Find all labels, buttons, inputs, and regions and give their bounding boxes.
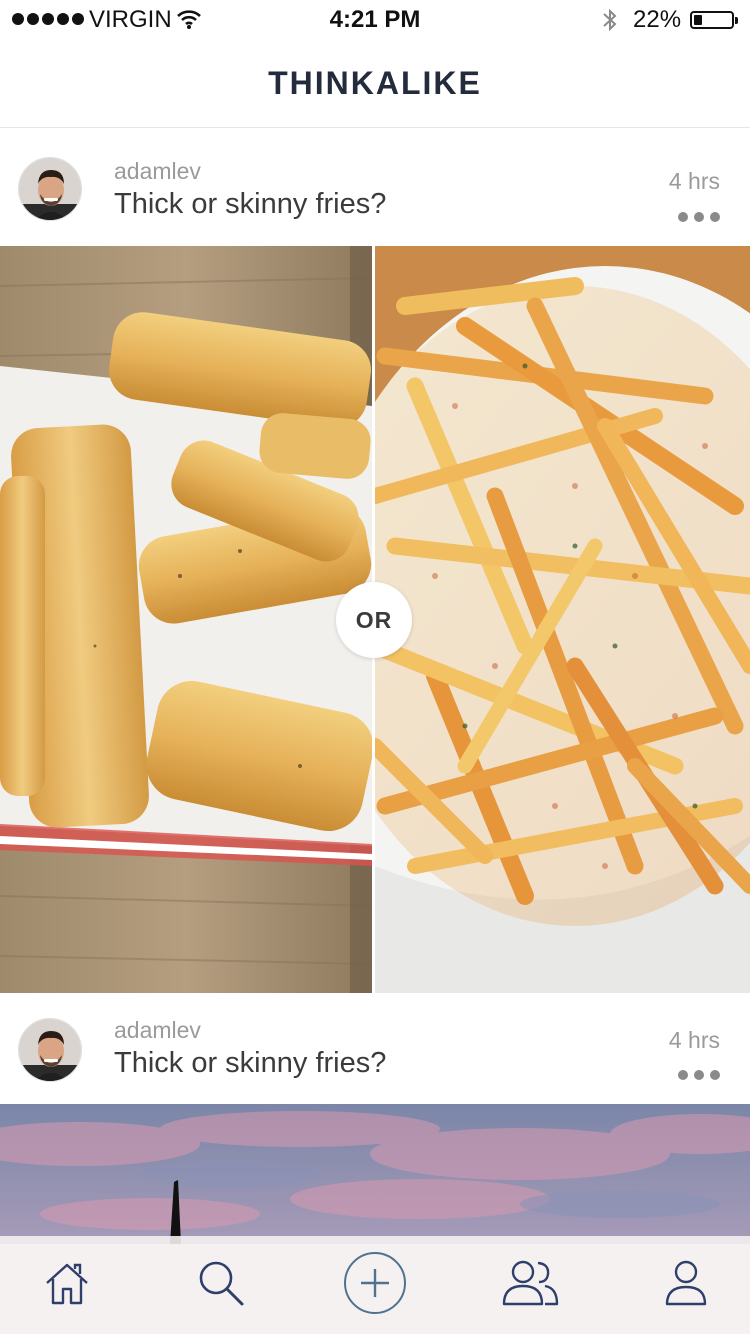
search-icon [196, 1258, 246, 1313]
or-separator-badge: OR [336, 582, 412, 658]
profile-icon [664, 1259, 708, 1312]
post-header: adamlev Thick or skinny fries? 4 hrs [0, 993, 750, 1104]
tab-friends[interactable] [480, 1236, 580, 1334]
post-image[interactable] [0, 1104, 750, 1244]
home-icon [43, 1259, 91, 1312]
signal-strength-icon [12, 13, 84, 25]
tab-profile[interactable] [636, 1236, 736, 1334]
avatar[interactable] [18, 157, 82, 221]
post-comparison: OR [0, 246, 750, 993]
post-question: Thick or skinny fries? [114, 188, 387, 220]
bluetooth-icon [601, 7, 619, 40]
option-image-right[interactable] [375, 246, 750, 993]
tab-add[interactable] [325, 1236, 425, 1334]
battery-percentage: 22% [633, 6, 682, 33]
add-icon [342, 1250, 408, 1321]
carrier-name: VIRGIN [89, 6, 172, 33]
post-username[interactable]: adamlev [114, 1017, 201, 1044]
more-options-icon[interactable] [678, 1070, 720, 1080]
post-header: adamlev Thick or skinny fries? 4 hrs [0, 128, 750, 246]
option-image-left[interactable] [0, 246, 372, 993]
status-bar: VIRGIN 4:21 PM 22% [0, 0, 750, 40]
wifi-icon [176, 8, 202, 37]
post-time: 4 hrs [668, 1027, 720, 1053]
navigation-bar: THINKALIKE [0, 40, 750, 128]
post-username[interactable]: adamlev [114, 158, 201, 185]
post-question: Thick or skinny fries? [114, 1047, 387, 1079]
friends-icon [501, 1258, 559, 1313]
tab-search[interactable] [171, 1236, 271, 1334]
status-time: 4:21 PM [329, 6, 421, 33]
post-time: 4 hrs [668, 168, 720, 194]
tab-bar [0, 1236, 750, 1334]
tab-home[interactable] [17, 1236, 117, 1334]
app-title: THINKALIKE [268, 65, 482, 101]
more-options-icon[interactable] [678, 212, 720, 222]
battery-icon [690, 11, 738, 29]
avatar[interactable] [18, 1018, 82, 1082]
